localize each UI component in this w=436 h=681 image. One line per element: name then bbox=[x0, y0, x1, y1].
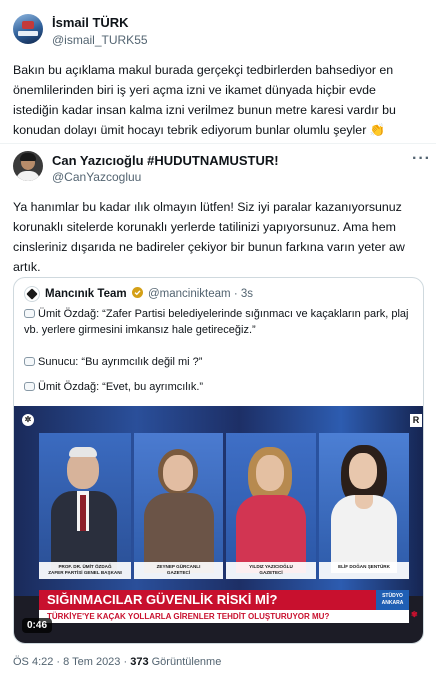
clapping-hands-emoji: 👏 bbox=[369, 123, 386, 137]
speech-balloon-icon bbox=[24, 309, 35, 318]
channel-watermark-icon: ✾ bbox=[411, 610, 418, 619]
ismail-handle[interactable]: @ismail_TURK55 bbox=[52, 33, 148, 47]
tweet1-body: Bakın bu açıklama makul burada gerçekçi … bbox=[13, 63, 396, 137]
quote-line-2: Sunucu: “Bu ayrımcılık değil mi ?” bbox=[24, 354, 414, 370]
video-panel-senturk: ELİF DOĞAN ŞENTÜRK bbox=[319, 433, 409, 579]
panel2-caption: ZEYNEP GÜRCANLI GAZETECİ bbox=[134, 562, 223, 579]
quote-line-3: Ümit Özdağ: “Evet, bu ayrımcılık.” bbox=[24, 379, 414, 395]
quote-author-name: Mancınık Team bbox=[45, 288, 127, 300]
speech-balloon-icon bbox=[24, 357, 35, 366]
quote-line-1: Ümit Özdağ: “Zafer Partisi belediyelerin… bbox=[24, 308, 409, 336]
can-avatar[interactable] bbox=[13, 151, 43, 181]
video-panel-ozdag: PROF. DR. ÜMİT ÖZDAĞ ZAFER PARTİSİ GENEL… bbox=[39, 433, 131, 579]
quote-time: · 3s bbox=[233, 288, 253, 300]
video-duration: 0:46 bbox=[22, 618, 53, 633]
mancinik-avatar bbox=[24, 286, 40, 302]
tweet-timestamp[interactable]: ÖS 4:22 · 8 Tem 2023 · bbox=[13, 656, 127, 668]
studio-label: STÜDYO ANKARA bbox=[376, 590, 409, 610]
panel4-caption: ELİF DOĞAN ŞENTÜRK bbox=[319, 562, 409, 579]
ismail-name[interactable]: İsmail TÜRK bbox=[52, 15, 129, 30]
can-handle[interactable]: @CanYazcogluu bbox=[52, 170, 141, 184]
headline-banner: SIĞINMACILAR GÜVENLİK RİSKİ Mİ? bbox=[39, 590, 376, 610]
tweet-divider bbox=[0, 143, 436, 144]
speech-balloon-icon bbox=[24, 382, 35, 391]
video-panel-gurcanli: ZEYNEP GÜRCANLI GAZETECİ bbox=[134, 433, 223, 579]
verified-badge-icon bbox=[131, 287, 143, 298]
views-label: Görüntülenme bbox=[151, 656, 222, 668]
views-count: 373 bbox=[130, 656, 149, 668]
ismail-avatar[interactable] bbox=[13, 14, 43, 44]
rating-badge: R bbox=[410, 414, 422, 427]
quoted-tweet-card[interactable]: Mancınık Team @mancinikteam · 3s Ümit Öz… bbox=[13, 277, 424, 644]
video-panel-yazicioglu: YILDIZ YAZICIOĞLU GAZETECİ bbox=[226, 433, 316, 579]
quote-header: Mancınık Team @mancinikteam · 3s bbox=[45, 287, 253, 300]
tweet-metadata: ÖS 4:22 · 8 Tem 2023 · 373 Görüntülenme bbox=[13, 656, 221, 668]
channel-logo-icon: ✲ bbox=[22, 414, 34, 426]
tweet1-text: Bakın bu açıklama makul burada gerçekçi … bbox=[13, 60, 423, 140]
more-options-icon[interactable]: ··· bbox=[412, 150, 431, 168]
news-ticker: TÜRKİYE'YE KAÇAK YOLLARLA GİRENLER TEHDİ… bbox=[39, 610, 409, 623]
tweet2-text: Ya hanımlar bu kadar ılık olmayın lütfen… bbox=[13, 200, 405, 274]
panel1-caption: PROF. DR. ÜMİT ÖZDAĞ ZAFER PARTİSİ GENEL… bbox=[39, 562, 131, 579]
panel3-caption: YILDIZ YAZICIOĞLU GAZETECİ bbox=[226, 562, 316, 579]
quote-author-handle: @mancinikteam bbox=[148, 288, 231, 300]
can-name[interactable]: Can Yazıcıoğlu #HUDUTNAMUSTUR! bbox=[52, 153, 279, 168]
video-player[interactable]: ✲ R PROF. DR. ÜMİT ÖZDAĞ ZAFER PARTİSİ G… bbox=[14, 406, 423, 643]
